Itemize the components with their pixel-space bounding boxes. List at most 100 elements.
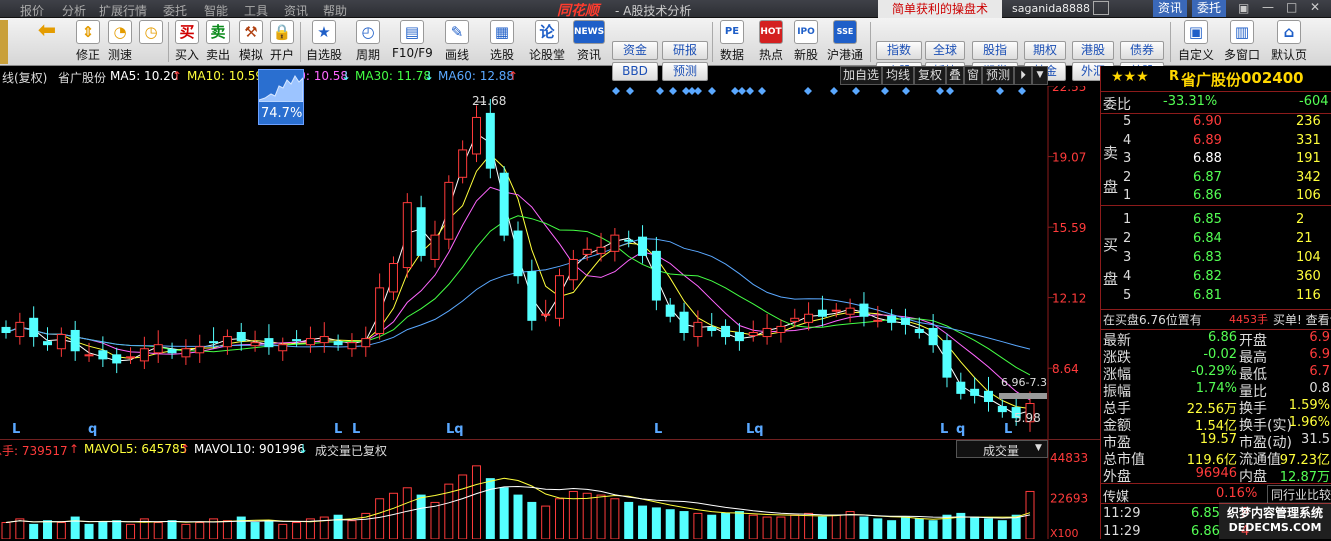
global-button[interactable]: 全球 xyxy=(925,41,965,60)
event-diamond-icon[interactable] xyxy=(946,87,954,95)
back-button[interactable]: ⬅ xyxy=(32,20,62,64)
signal-marker[interactable]: L xyxy=(352,422,360,437)
buy-row-2[interactable]: 2 6.84 21 xyxy=(1101,231,1331,248)
speed-test-button[interactable]: ◔ 测速 xyxy=(106,20,134,64)
signal-marker[interactable]: q xyxy=(956,422,965,437)
signal-marker[interactable]: L xyxy=(940,422,948,437)
sell-row-3[interactable]: 3 6.88 191 xyxy=(1101,151,1331,168)
hk-stocks-button[interactable]: 港股 xyxy=(1072,41,1114,60)
event-diamond-icon[interactable] xyxy=(656,87,664,95)
minimize-icon[interactable]: — xyxy=(1262,0,1274,14)
multi-window-button[interactable]: ▥ 多窗口 xyxy=(1222,20,1262,64)
event-diamond-icon[interactable] xyxy=(738,87,746,95)
refresh-button[interactable]: ◷ xyxy=(137,20,165,64)
menu-item-trade[interactable]: 委托 xyxy=(163,2,187,19)
menu-item-analysis[interactable]: 分析 xyxy=(62,2,86,19)
period-button[interactable]: ◴ 周期 xyxy=(352,20,384,64)
default-page-button[interactable]: ⌂ 默认页 xyxy=(1268,20,1310,64)
event-diamond-icon[interactable] xyxy=(1018,87,1026,95)
sell-button[interactable]: 卖卖出 xyxy=(204,20,232,64)
event-diamond-icon[interactable] xyxy=(830,87,838,95)
stock-screen-button[interactable]: ▦ 选股 xyxy=(485,20,519,64)
draw-line-button[interactable]: ✎ 画线 xyxy=(440,20,474,64)
message-envelope-icon[interactable] xyxy=(1093,1,1109,15)
maximize-icon[interactable]: □ xyxy=(1286,0,1297,14)
data-button[interactable]: PE 数据 xyxy=(716,20,748,64)
news-button[interactable]: NEWS 资讯 xyxy=(572,20,606,64)
buy-row-4[interactable]: 4 6.82 360 xyxy=(1101,269,1331,286)
volume-bar xyxy=(1,522,11,539)
trade-menu-button[interactable]: 委托 xyxy=(1192,0,1227,17)
signal-marker[interactable]: q xyxy=(88,422,97,437)
event-diamond-icon[interactable] xyxy=(852,87,860,95)
open-account-button[interactable]: 🔒 开户 xyxy=(268,20,296,64)
options-button[interactable]: 期权 xyxy=(1024,41,1066,60)
sell-row-4[interactable]: 4 6.89 331 xyxy=(1101,133,1331,150)
customize-button[interactable]: ▣ 自定义 xyxy=(1176,20,1216,64)
menu-item-quotes[interactable]: 报价 xyxy=(20,2,44,19)
signal-marker[interactable]: Lq xyxy=(746,422,764,437)
menu-item-extended-quotes[interactable]: 扩展行情 xyxy=(99,2,147,19)
event-diamond-icon[interactable] xyxy=(936,87,944,95)
event-diamond-icon[interactable] xyxy=(731,87,739,95)
event-diamond-icon[interactable] xyxy=(612,87,620,95)
moving-average-button[interactable]: 均线 xyxy=(882,66,914,85)
sell-row-5[interactable]: 5 6.90 236 xyxy=(1101,114,1331,131)
simulate-button[interactable]: ⚒ 模拟 xyxy=(237,20,265,64)
buy-row-1[interactable]: 1 6.85 2 xyxy=(1101,212,1331,229)
adjust-button[interactable]: 复权 xyxy=(914,66,946,85)
shirt-icon[interactable]: ▣ xyxy=(1238,1,1249,15)
slogan-banner[interactable]: 简单获利的操盘术 xyxy=(878,0,1002,18)
overlay-button[interactable]: 叠 xyxy=(946,66,964,85)
correct-button[interactable]: ⇕ 修正 xyxy=(74,20,102,64)
f10-button[interactable]: ▤ F10/F9 xyxy=(392,20,433,64)
signal-marker[interactable]: Lq xyxy=(446,422,464,437)
menu-item-help[interactable]: 帮助 xyxy=(323,2,347,19)
indicator-selector[interactable]: 成交量 ▼ xyxy=(956,440,1048,458)
big-order-notice[interactable]: 在买盘6.76位置有 4453手 买单! 查看详情 xyxy=(1101,311,1331,328)
capital-flow-button[interactable]: 资金 xyxy=(612,41,658,60)
buy-button[interactable]: 买买入 xyxy=(173,20,201,64)
stock-connect-button[interactable]: SSE 沪港通 xyxy=(825,20,865,64)
sell-row-2[interactable]: 2 6.87 342 xyxy=(1101,170,1331,187)
menu-item-news[interactable]: 资讯 xyxy=(284,2,308,19)
index-button[interactable]: 指数 xyxy=(876,41,922,60)
signal-marker[interactable]: L xyxy=(12,422,20,437)
menu-item-smart[interactable]: 智能 xyxy=(204,2,228,19)
chart-menu-icon[interactable]: ▼ xyxy=(1032,66,1048,85)
buy-row-3[interactable]: 3 6.83 104 xyxy=(1101,250,1331,267)
event-diamond-icon[interactable] xyxy=(708,87,716,95)
event-diamond-icon[interactable] xyxy=(881,87,889,95)
event-diamond-icon[interactable] xyxy=(669,87,677,95)
event-diamond-icon[interactable] xyxy=(804,87,812,95)
forecast-chart-button[interactable]: 预测 xyxy=(982,66,1014,85)
window-button[interactable]: 窗 xyxy=(964,66,982,85)
event-diamond-icon[interactable] xyxy=(746,87,754,95)
signal-marker[interactable]: L xyxy=(334,422,342,437)
watchlist-button[interactable]: ★ 自选股 xyxy=(305,20,343,64)
forum-button[interactable]: 论论股堂 xyxy=(527,20,567,64)
news-menu-button[interactable]: 资讯 xyxy=(1153,0,1188,17)
event-diamond-icon[interactable] xyxy=(902,87,910,95)
signal-marker[interactable]: L xyxy=(1004,422,1012,437)
bonds-button[interactable]: 债券 xyxy=(1120,41,1164,60)
sidebar-toggle[interactable] xyxy=(0,20,8,64)
expand-icon[interactable]: ⏵ xyxy=(1014,66,1032,85)
menu-item-tools[interactable]: 工具 xyxy=(244,2,268,19)
add-watchlist-button[interactable]: 加自选 xyxy=(840,66,882,85)
event-diamond-icon[interactable] xyxy=(626,87,634,95)
stock-index-futures-button[interactable]: 股指 xyxy=(972,41,1018,60)
close-icon[interactable]: ✕ xyxy=(1310,0,1320,14)
hot-button[interactable]: HOT 热点 xyxy=(755,20,787,64)
ipo-button[interactable]: IPO 新股 xyxy=(790,20,822,64)
return-badge[interactable]: 74.7% xyxy=(258,69,304,125)
event-diamond-icon[interactable] xyxy=(758,87,766,95)
buy-row-5[interactable]: 5 6.81 116 xyxy=(1101,288,1331,305)
candle xyxy=(748,320,758,342)
event-diamond-icon[interactable] xyxy=(694,87,702,95)
kline-chart[interactable]: 22.5519.0715.5912.128.64 Lq L L Lq L Lq Lq L 44… xyxy=(0,86,1100,539)
sell-row-1[interactable]: 1 6.86 106 xyxy=(1101,188,1331,205)
research-button[interactable]: 研报 xyxy=(662,41,708,60)
signal-marker[interactable]: L xyxy=(654,422,662,437)
event-diamond-icon[interactable] xyxy=(996,87,1004,95)
